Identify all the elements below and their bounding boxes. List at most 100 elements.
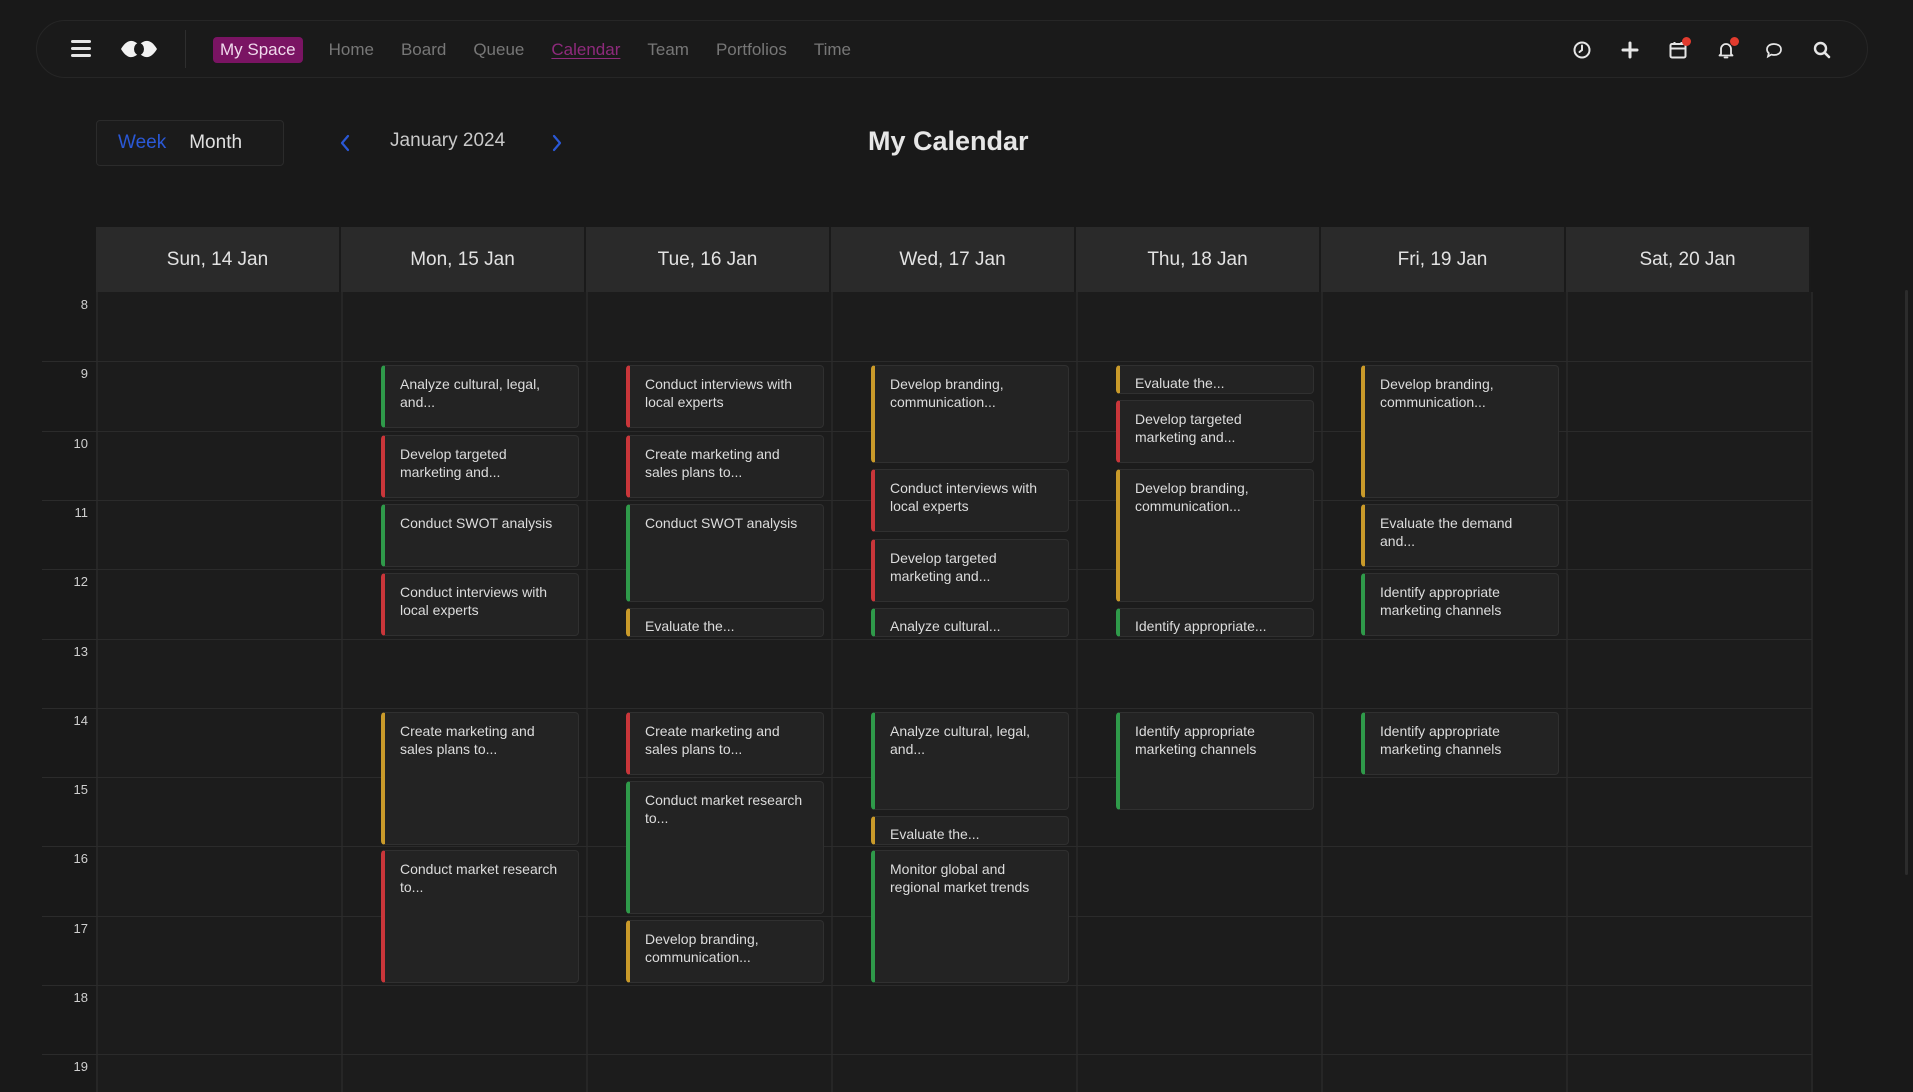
plus-icon[interactable] — [1619, 39, 1641, 61]
event-title: Evaluate the... — [645, 618, 735, 634]
calendar-event[interactable]: Monitor global and regional market trend… — [871, 850, 1069, 983]
nav-queue[interactable]: Queue — [473, 40, 524, 60]
hour-gridline — [42, 1054, 1812, 1055]
event-title: Monitor global and regional market trend… — [890, 861, 1030, 895]
hour-label: 14 — [73, 713, 88, 728]
event-title: Conduct interviews with local experts — [890, 480, 1038, 514]
hour-label: 8 — [80, 297, 88, 312]
calendar-notification-dot — [1682, 37, 1691, 46]
event-title: Evaluate the... — [1135, 375, 1225, 391]
nav-home[interactable]: Home — [329, 40, 374, 60]
month-view-button[interactable]: Month — [189, 132, 242, 154]
calendar-event[interactable]: Develop targeted marketing and... — [1116, 400, 1314, 463]
event-title: Identify appropriate... — [1135, 618, 1267, 634]
event-title: Develop targeted marketing and... — [400, 446, 507, 480]
main-nav: My Space Home Board Queue Calendar Team … — [213, 21, 878, 79]
event-title: Identify appropriate marketing channels — [1380, 584, 1502, 618]
calendar-event[interactable]: Evaluate the... — [626, 608, 824, 637]
day-column[interactable] — [96, 292, 341, 1092]
clock-icon[interactable] — [1571, 39, 1593, 61]
hour-label: 12 — [73, 574, 88, 589]
nav-team[interactable]: Team — [647, 40, 689, 60]
calendar-event[interactable]: Evaluate the... — [871, 816, 1069, 845]
nav-calendar[interactable]: Calendar — [551, 40, 620, 60]
calendar-event[interactable]: Create marketing and sales plans to... — [381, 712, 579, 845]
event-title: Conduct SWOT analysis — [400, 515, 553, 531]
calendar-event[interactable]: Conduct interviews with local experts — [626, 365, 824, 428]
calendar-event[interactable]: Identify appropriate marketing channels — [1361, 712, 1559, 775]
hour-label: 15 — [73, 782, 88, 797]
event-title: Develop branding, communication... — [1135, 480, 1249, 514]
calendar-icon[interactable] — [1667, 37, 1691, 61]
calendar-event[interactable]: Evaluate the demand and... — [1361, 504, 1559, 567]
calendar-event[interactable]: Develop branding, communication... — [626, 920, 824, 983]
calendar-event[interactable]: Develop branding, communication... — [871, 365, 1069, 463]
event-title: Create marketing and sales plans to... — [400, 723, 535, 757]
event-title: Develop branding, communication... — [1380, 376, 1494, 410]
day-header: Sat, 20 Jan — [1566, 227, 1811, 292]
previous-period-button[interactable] — [334, 128, 356, 158]
calendar-event[interactable]: Analyze cultural... — [871, 608, 1069, 637]
nav-board[interactable]: Board — [401, 40, 446, 60]
calendar-event[interactable]: Develop targeted marketing and... — [871, 539, 1069, 602]
calendar-event[interactable]: Create marketing and sales plans to... — [626, 712, 824, 775]
event-title: Develop targeted marketing and... — [1135, 411, 1242, 445]
hour-label: 13 — [73, 644, 88, 659]
hour-gridline — [42, 708, 1812, 709]
event-title: Conduct market research to... — [400, 861, 558, 895]
menu-icon[interactable] — [71, 40, 91, 58]
week-view-button[interactable]: Week — [118, 132, 166, 154]
bell-icon[interactable] — [1715, 37, 1739, 61]
calendar-event[interactable]: Analyze cultural, legal, and... — [381, 365, 579, 428]
calendar-event[interactable]: Develop branding, communication... — [1116, 469, 1314, 602]
event-title: Identify appropriate marketing channels — [1380, 723, 1502, 757]
hour-label: 9 — [80, 366, 88, 381]
event-title: Conduct market research to... — [645, 792, 803, 826]
current-period-label: January 2024 — [390, 130, 506, 151]
calendar-event[interactable]: Conduct SWOT analysis — [626, 504, 824, 602]
calendar-event[interactable]: Identify appropriate... — [1116, 608, 1314, 637]
calendar-event[interactable]: Evaluate the... — [1116, 365, 1314, 394]
day-column[interactable] — [1566, 292, 1811, 1092]
calendar-event[interactable]: Conduct interviews with local experts — [381, 573, 579, 636]
next-period-button[interactable] — [546, 128, 568, 158]
page-title: My Calendar — [868, 126, 1029, 156]
nav-time[interactable]: Time — [814, 40, 851, 60]
search-icon[interactable] — [1811, 39, 1833, 61]
day-header: Sun, 14 Jan — [96, 227, 341, 292]
event-title: Conduct interviews with local experts — [400, 584, 548, 618]
hour-gridline — [42, 846, 1812, 847]
calendar-event[interactable]: Identify appropriate marketing channels — [1116, 712, 1314, 810]
event-title: Conduct SWOT analysis — [645, 515, 798, 531]
calendar-event[interactable]: Conduct market research to... — [626, 781, 824, 914]
calendar-event[interactable]: Analyze cultural, legal, and... — [871, 712, 1069, 810]
vertical-scrollbar[interactable] — [1905, 290, 1908, 875]
hour-gridline — [42, 361, 1812, 362]
calendar-event[interactable]: Conduct SWOT analysis — [381, 504, 579, 567]
day-header: Thu, 18 Jan — [1076, 227, 1321, 292]
event-title: Create marketing and sales plans to... — [645, 446, 780, 480]
calendar-event[interactable]: Conduct market research to... — [381, 850, 579, 983]
calendar-event[interactable]: Develop targeted marketing and... — [381, 435, 579, 498]
day-header: Mon, 15 Jan — [341, 227, 586, 292]
event-title: Evaluate the demand and... — [1380, 515, 1513, 549]
event-title: Conduct interviews with local experts — [645, 376, 793, 410]
day-header: Tue, 16 Jan — [586, 227, 831, 292]
hour-gridline — [42, 639, 1812, 640]
nav-divider — [185, 30, 186, 68]
chat-icon[interactable] — [1763, 39, 1785, 61]
calendar-event[interactable]: Conduct interviews with local experts — [871, 469, 1069, 532]
event-title: Analyze cultural... — [890, 618, 1001, 634]
nav-my-space[interactable]: My Space — [213, 37, 303, 63]
day-header: Fri, 19 Jan — [1321, 227, 1566, 292]
calendar-event[interactable]: Identify appropriate marketing channels — [1361, 573, 1559, 636]
nav-portfolios[interactable]: Portfolios — [716, 40, 787, 60]
top-navigation-bar: My Space Home Board Queue Calendar Team … — [36, 20, 1868, 78]
app-logo[interactable] — [119, 35, 159, 63]
column-separator — [1811, 292, 1813, 1092]
calendar-event[interactable]: Develop branding, communication... — [1361, 365, 1559, 498]
event-title: Analyze cultural, legal, and... — [890, 723, 1031, 757]
top-icon-group — [1545, 21, 1833, 79]
hour-label: 17 — [73, 921, 88, 936]
calendar-event[interactable]: Create marketing and sales plans to... — [626, 435, 824, 498]
